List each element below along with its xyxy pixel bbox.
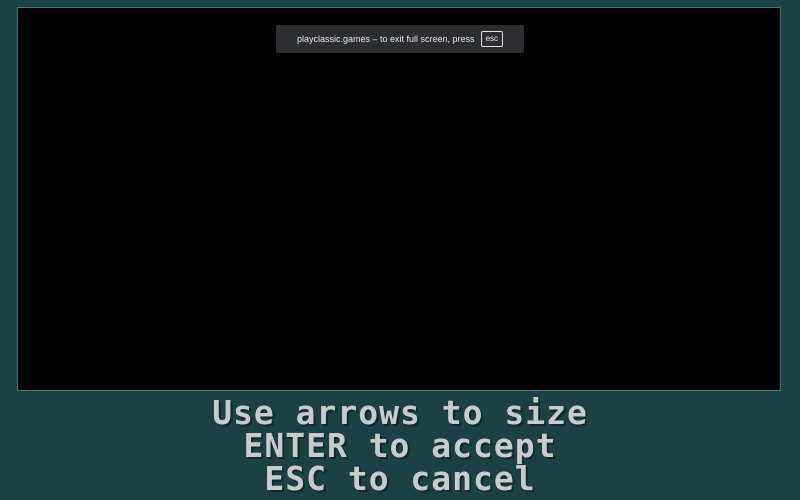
instruction-accept: ENTER to accept xyxy=(243,426,557,465)
instruction-size: Use arrows to size xyxy=(212,393,588,432)
fullscreen-notice-message: playclassic.games – to exit full screen,… xyxy=(296,34,475,44)
esc-key-badge: esc xyxy=(480,31,504,47)
resize-instructions: Use arrows to size ENTER to accept ESC t… xyxy=(0,396,800,500)
emulator-viewport: playclassic.games – to exit full screen,… xyxy=(0,0,800,500)
fullscreen-exit-notice: playclassic.games – to exit full screen,… xyxy=(276,25,524,53)
game-screen[interactable] xyxy=(17,7,781,391)
instruction-cancel: ESC to cancel xyxy=(264,459,536,498)
